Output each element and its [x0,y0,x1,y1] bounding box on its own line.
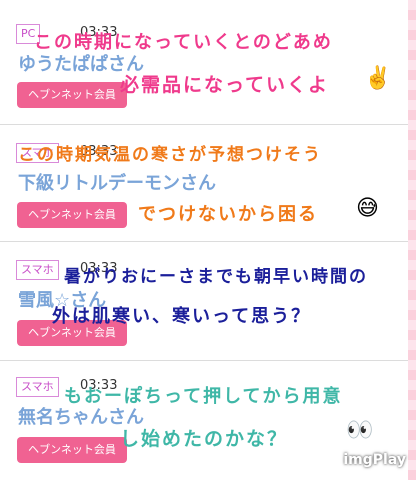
caption-overlay: この時期になっていくとのどあめ [34,32,333,53]
caption-overlay: し始めたのかな？ [120,428,289,450]
caption-overlay: もおーぽちって押してから用意 [64,386,343,407]
peace-hand-emoji-icon: ✌️ [364,66,392,91]
sweat-smile-emoji-icon: 😅 [356,196,379,221]
imgplay-watermark: imgPlay [343,452,406,468]
member-badge-button[interactable]: ヘブンネット会員 [17,82,127,108]
member-badge-button[interactable]: ヘブンネット会員 [17,437,127,463]
message-row: PC 03:33 ゆうたぱぱさん ヘブンネット会員 [0,0,416,125]
device-badge: スマホ [16,377,59,397]
eyes-emoji-icon: 👀 [346,418,374,443]
member-badge-button[interactable]: ヘブンネット会員 [17,202,127,228]
caption-overlay: 暑がりおにーさまでも朝早い時間の [64,267,368,287]
caption-overlay: でつけないから困る [138,204,318,225]
caption-overlay: この時期気温の寒さが予想つけそう [18,145,322,165]
side-decoration [408,0,416,480]
caption-overlay: 外は肌寒い、寒いって思う？ [52,306,312,327]
poster-name-link[interactable]: 下級リトルデーモンさん [18,169,216,195]
device-badge: スマホ [16,260,59,280]
caption-overlay: 必需品になっていくよ [120,74,330,96]
